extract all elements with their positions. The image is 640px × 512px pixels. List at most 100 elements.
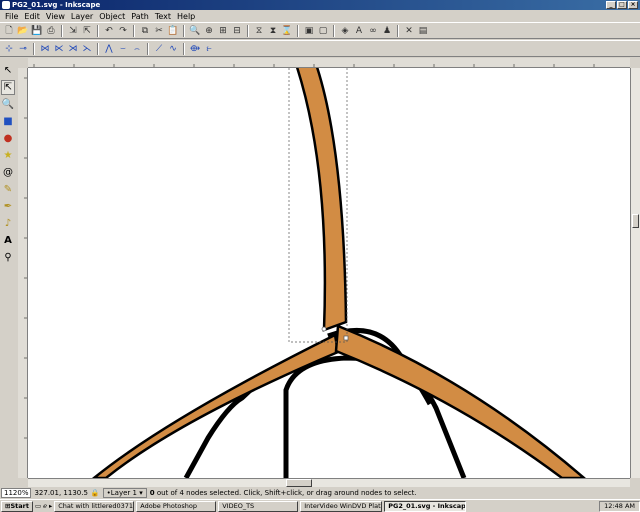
clone-icon[interactable]: ⧗: [267, 25, 279, 37]
break-path-icon[interactable]: ⋉: [53, 43, 65, 55]
zoom-page-icon[interactable]: ⊞: [217, 25, 229, 37]
toolbar-separator: [333, 24, 335, 37]
zoom-selection-icon[interactable]: 🔍: [189, 25, 201, 37]
system-tray: 12:48 AM: [599, 500, 640, 512]
segment-line-icon[interactable]: ⟋: [153, 43, 165, 55]
save-icon[interactable]: 💾: [31, 25, 43, 37]
stroke-to-path-icon[interactable]: ⥼: [203, 43, 215, 55]
horizontal-scrollbar[interactable]: [28, 478, 630, 487]
export-icon[interactable]: ⇱: [81, 25, 93, 37]
quicklaunch-desktop-icon[interactable]: ▭: [35, 502, 41, 510]
paste-icon[interactable]: 📋: [167, 25, 179, 37]
insert-node-icon[interactable]: ⊹: [3, 43, 15, 55]
duplicate-icon[interactable]: ⧖: [253, 25, 265, 37]
calligraphy-tool-icon[interactable]: ♪: [1, 216, 15, 231]
rect-tool-icon[interactable]: ■: [1, 114, 15, 129]
close-button[interactable]: ×: [628, 1, 638, 9]
import-icon[interactable]: ⇲: [67, 25, 79, 37]
cut-icon[interactable]: ✂: [153, 25, 165, 37]
maximize-button[interactable]: □: [617, 1, 627, 9]
task-chat[interactable]: Chat with littlered03713...: [54, 500, 135, 512]
copy-icon[interactable]: ⧉: [139, 25, 151, 37]
clock: 12:48 AM: [604, 501, 635, 510]
toolbar-separator: [297, 24, 299, 37]
text-font-icon[interactable]: A: [353, 25, 365, 37]
layer-name: Layer 1: [110, 489, 137, 497]
drawing-canvas[interactable]: [28, 68, 630, 478]
vertical-scroll-thumb[interactable]: [632, 214, 639, 228]
quicklaunch-ie-icon[interactable]: ℯ: [43, 502, 47, 510]
star-tool-icon[interactable]: ★: [1, 148, 15, 163]
toolbar-separator: [147, 42, 149, 55]
status-message-text: out of 4 nodes selected. Click, Shift+cl…: [154, 489, 417, 497]
selector-tool-icon[interactable]: ↖: [1, 63, 15, 78]
preferences-icon[interactable]: ✕: [403, 25, 415, 37]
path-node[interactable]: [321, 326, 327, 332]
smooth-node-icon[interactable]: ⌣: [117, 43, 129, 55]
node-tool-icon[interactable]: ⇱: [1, 80, 15, 95]
menu-object[interactable]: Object: [96, 12, 128, 21]
ungroup-icon[interactable]: ▢: [317, 25, 329, 37]
dropper-tool-icon[interactable]: ⚲: [1, 250, 15, 265]
quicklaunch-media-icon[interactable]: ▸: [49, 502, 52, 510]
segment-curve-icon[interactable]: ∿: [167, 43, 179, 55]
start-button[interactable]: ⊞Start: [1, 500, 33, 512]
orange-branch-right: [334, 324, 586, 478]
redo-icon[interactable]: ↷: [117, 25, 129, 37]
document-properties-icon[interactable]: ▤: [417, 25, 429, 37]
xml-editor-icon[interactable]: ∞: [367, 25, 379, 37]
task-windvd[interactable]: InterVideo WinDVD Platinum: [300, 500, 383, 512]
fill-stroke-icon[interactable]: ◈: [339, 25, 351, 37]
toolbar-separator: [247, 24, 249, 37]
text-tool-icon[interactable]: A: [1, 233, 15, 248]
menu-layer[interactable]: Layer: [68, 12, 96, 21]
toolbox: ↖ ⇱ 🔍 ■ ● ★ @ ✎ ✒ ♪ A ⚲: [0, 58, 16, 478]
open-icon[interactable]: 📂: [17, 25, 29, 37]
join-nodes-icon[interactable]: ⋈: [39, 43, 51, 55]
menu-text[interactable]: Text: [152, 12, 174, 21]
join-segment-icon[interactable]: ⋊: [67, 43, 79, 55]
task-photoshop[interactable]: Adobe Photoshop: [136, 500, 217, 512]
menu-edit[interactable]: Edit: [21, 12, 43, 21]
spiral-tool-icon[interactable]: @: [1, 165, 15, 180]
status-bar: 1120% 327.01, 1130.5 🔒 •Layer 1 ▾ 0 out …: [0, 487, 640, 499]
drawing: [92, 68, 586, 478]
menu-file[interactable]: File: [2, 12, 21, 21]
zoom-width-icon[interactable]: ⊟: [231, 25, 243, 37]
undo-icon[interactable]: ↶: [103, 25, 115, 37]
task-inkscape[interactable]: PG2_01.svg - Inkscape: [384, 500, 467, 512]
zoom-drawing-icon[interactable]: ⊕: [203, 25, 215, 37]
object-to-path-icon[interactable]: ⟴: [189, 43, 201, 55]
lock-icon[interactable]: 🔒: [91, 489, 100, 497]
objects-icon[interactable]: ♟: [381, 25, 393, 37]
delete-segment-icon[interactable]: ⋋: [81, 43, 93, 55]
menu-help[interactable]: Help: [174, 12, 198, 21]
unlink-clone-icon[interactable]: ⌛: [281, 25, 293, 37]
vertical-scrollbar[interactable]: [630, 68, 640, 478]
symmetric-node-icon[interactable]: ⌢: [131, 43, 143, 55]
horizontal-ruler[interactable]: [28, 58, 630, 68]
path-node[interactable]: [343, 335, 349, 341]
new-document-icon[interactable]: 🗋: [3, 25, 15, 37]
menu-path[interactable]: Path: [128, 12, 152, 21]
layer-selector[interactable]: •Layer 1 ▾: [102, 488, 147, 498]
zoom-tool-icon[interactable]: 🔍: [1, 97, 15, 112]
delete-node-icon[interactable]: ⊸: [17, 43, 29, 55]
ellipse-tool-icon[interactable]: ●: [1, 131, 15, 146]
group-icon[interactable]: ▣: [303, 25, 315, 37]
minimize-button[interactable]: _: [606, 1, 616, 9]
horizontal-ruler-ticks: [33, 64, 595, 67]
menu-view[interactable]: View: [43, 12, 68, 21]
vertical-ruler[interactable]: [18, 68, 28, 478]
orange-branch-left: [92, 333, 340, 478]
toolbar-separator: [33, 42, 35, 55]
task-video-ts[interactable]: VIDEO_TS: [218, 500, 299, 512]
pen-tool-icon[interactable]: ✒: [1, 199, 15, 214]
cusp-node-icon[interactable]: ⋀: [103, 43, 115, 55]
horizontal-scroll-thumb[interactable]: [286, 479, 312, 487]
title-bar: PG2_01.svg - Inkscape _ □ ×: [0, 0, 640, 10]
pencil-tool-icon[interactable]: ✎: [1, 182, 15, 197]
toolbar-separator: [97, 42, 99, 55]
zoom-field[interactable]: 1120%: [1, 488, 32, 498]
print-icon[interactable]: ⎙: [45, 25, 57, 37]
